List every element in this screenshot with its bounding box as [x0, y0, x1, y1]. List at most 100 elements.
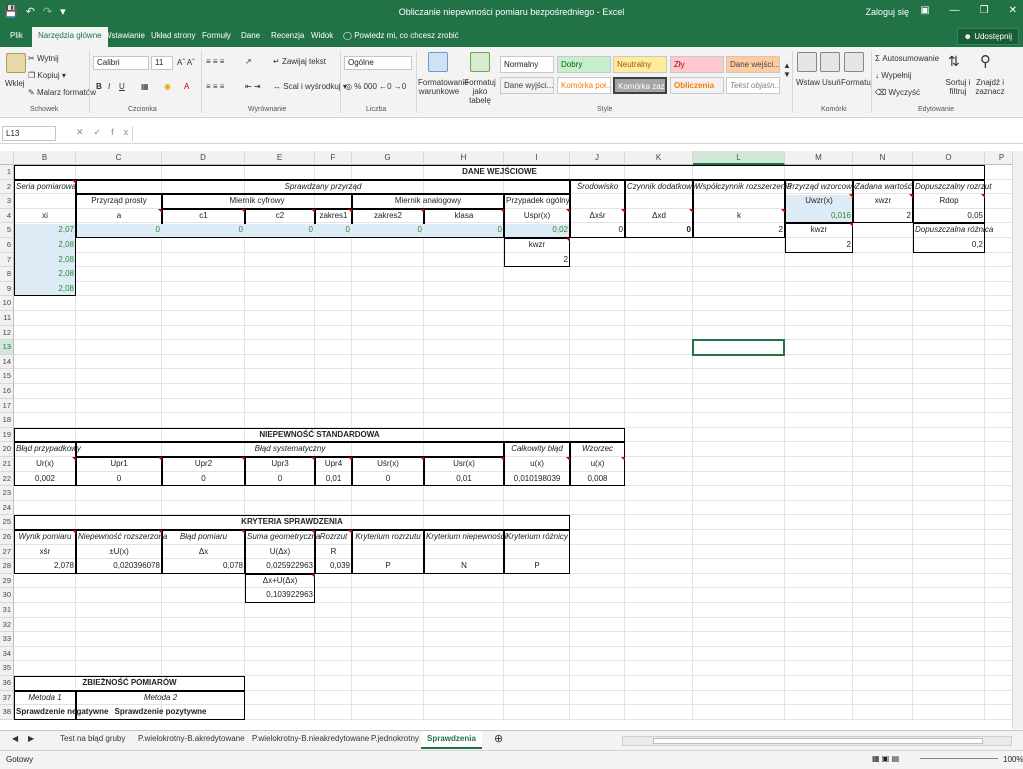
conditional-format-icon[interactable] — [428, 52, 448, 72]
cell[interactable]: xi — [14, 209, 76, 224]
row-header[interactable]: 1 — [0, 165, 14, 180]
cell[interactable]: 0,010198039 — [504, 472, 570, 487]
align-left-icon[interactable]: ≡ ≡ ≡ — [206, 82, 224, 91]
cell[interactable]: xwzr — [853, 194, 913, 209]
cell[interactable]: kwzr — [504, 238, 570, 253]
cell[interactable]: 0,02 — [504, 223, 570, 238]
sheet-nav-prev-icon[interactable]: ◀ — [12, 734, 18, 743]
column-header[interactable]: B — [14, 151, 76, 165]
column-header[interactable]: E — [245, 151, 315, 165]
cut-button[interactable]: ✂ Wytnij — [28, 54, 59, 63]
sheet-tab[interactable]: P.wielokrotny-B.nieakredytowane — [252, 734, 369, 743]
cell[interactable]: Kryterium różnicy — [504, 530, 570, 545]
section-title[interactable]: DANE WEJŚCIOWE — [14, 165, 985, 180]
tab-home[interactable]: Narzędzia główne — [32, 27, 108, 47]
section-title[interactable]: NIEPEWNOŚĆ STANDARDOWA — [14, 428, 625, 443]
column-header[interactable]: P — [985, 151, 1012, 165]
ribbon-display-icon[interactable]: ▣ — [920, 5, 929, 16]
row-header[interactable]: 7 — [0, 252, 14, 268]
style-normal[interactable]: Normalny — [500, 56, 554, 73]
cell[interactable]: Błąd przypadkowy — [14, 442, 81, 457]
cell[interactable]: Upr3 — [245, 457, 315, 472]
format-table-icon[interactable] — [470, 52, 490, 72]
column-header[interactable]: N — [853, 151, 913, 165]
cell[interactable]: Δxd — [625, 208, 693, 224]
cell[interactable]: xśr — [14, 545, 76, 560]
cell[interactable]: kwzr — [785, 223, 853, 238]
cell[interactable]: 0 — [315, 223, 352, 238]
cell[interactable]: Kryterium rozrzutu — [352, 530, 424, 545]
cell[interactable]: Współczynnik rozszerzenia — [693, 180, 791, 195]
row-header[interactable]: 18 — [0, 413, 14, 428]
tab-view[interactable]: Widok — [311, 31, 333, 40]
cell[interactable]: 0 — [570, 223, 625, 238]
cell[interactable]: Uwzr(x) — [785, 194, 853, 209]
row-header[interactable]: 24 — [0, 500, 14, 516]
cell[interactable]: Miernik cyfrowy — [162, 194, 352, 209]
cell[interactable]: 2,08 — [14, 238, 76, 253]
styles-more-icon[interactable]: ▲ ▼ — [783, 61, 791, 79]
font-grow-icon[interactable]: Aˆ Aˇ — [177, 58, 195, 67]
cell[interactable]: u(x) — [504, 457, 570, 472]
column-header[interactable]: H — [424, 151, 504, 165]
cell[interactable]: 0,008 — [570, 472, 625, 487]
tab-insert[interactable]: Wstawianie — [104, 31, 145, 40]
format-painter-button[interactable]: ✎ Malarz formatów — [28, 88, 96, 97]
style-bad[interactable]: Zły — [670, 56, 724, 73]
cell[interactable]: Wynik pomiaru — [14, 530, 76, 545]
select-all-corner[interactable] — [0, 151, 14, 165]
find-select-button[interactable]: Znajdź i zaznacz — [973, 78, 1007, 96]
row-header[interactable]: 36 — [0, 676, 14, 691]
style-neutral[interactable]: Neutralny — [613, 56, 667, 73]
cell[interactable]: ±U(x) — [76, 545, 162, 560]
cell[interactable]: Rdop — [913, 194, 985, 209]
row-header[interactable]: 6 — [0, 238, 14, 253]
wrap-text-button[interactable]: ↵ Zawijaj tekst — [273, 57, 326, 66]
column-header[interactable]: O — [913, 151, 985, 165]
column-header[interactable]: G — [352, 151, 424, 165]
tab-data[interactable]: Dane — [241, 31, 260, 40]
cell[interactable]: 0 — [352, 223, 424, 238]
cell[interactable]: 2,08 — [14, 282, 76, 297]
style-check-cell[interactable]: Komórka zaz... — [613, 77, 667, 94]
row-header[interactable]: 25 — [0, 515, 14, 530]
row-header[interactable]: 8 — [0, 267, 14, 282]
indent-icon[interactable]: ⇤ ⇥ — [245, 82, 261, 91]
cell[interactable]: 0,020396078 — [76, 559, 162, 574]
sheet-nav-next-icon[interactable]: ▶ — [28, 734, 34, 743]
cell[interactable]: Δx — [162, 545, 245, 560]
borders-icon[interactable]: ▦ — [141, 82, 149, 91]
cell[interactable]: 0 — [76, 223, 162, 238]
cell[interactable]: Uśr(x) — [352, 457, 424, 472]
row-header[interactable]: 32 — [0, 617, 14, 633]
cell[interactable]: Upr1 — [76, 457, 162, 472]
tell-me-search[interactable]: ◯ Powiedz mi, co chcesz zrobić — [343, 31, 459, 40]
row-header[interactable]: 23 — [0, 486, 14, 501]
cell[interactable]: Δxśr — [570, 208, 625, 224]
cell[interactable]: 0 — [162, 223, 245, 238]
style-input[interactable]: Dane wejści... — [726, 56, 780, 73]
style-linked-cell[interactable]: Komórka poł... — [557, 77, 611, 94]
delete-button[interactable]: Usuń — [822, 78, 841, 87]
cell[interactable]: zakres2 — [352, 208, 424, 224]
cell[interactable]: 0 — [245, 223, 315, 238]
row-header[interactable]: 4 — [0, 208, 14, 224]
cell[interactable]: 0,05 — [913, 209, 985, 224]
fill-color-icon[interactable]: ◉ — [164, 82, 171, 91]
font-name-select[interactable]: Calibri — [93, 56, 149, 70]
cell[interactable]: zakres1 — [315, 208, 352, 224]
format-table-button[interactable]: Formatuj jako tabelę — [462, 78, 498, 105]
worksheet-grid[interactable]: B C D E F G H I J K L M N O P 1 2 3 4 5 6 7 8 9 10 11 12 13 14 15 16 17… — [0, 151, 1012, 726]
column-header[interactable]: L — [693, 151, 785, 165]
sort-filter-button[interactable]: Sortuj i filtruj — [943, 78, 973, 96]
cell[interactable]: 0 — [424, 223, 504, 238]
row-header[interactable]: 13 — [0, 340, 14, 355]
insert-icon[interactable] — [797, 52, 817, 72]
cell[interactable]: Przyrząd wzorcowy — [785, 180, 856, 195]
cell[interactable]: 2 — [853, 209, 913, 224]
zoom-level[interactable]: 100% — [1003, 755, 1023, 764]
cell[interactable]: N — [424, 559, 504, 574]
minimize-icon[interactable]: — — [950, 5, 960, 16]
cell[interactable]: 2 — [693, 223, 785, 238]
style-good[interactable]: Dobry — [557, 56, 611, 73]
